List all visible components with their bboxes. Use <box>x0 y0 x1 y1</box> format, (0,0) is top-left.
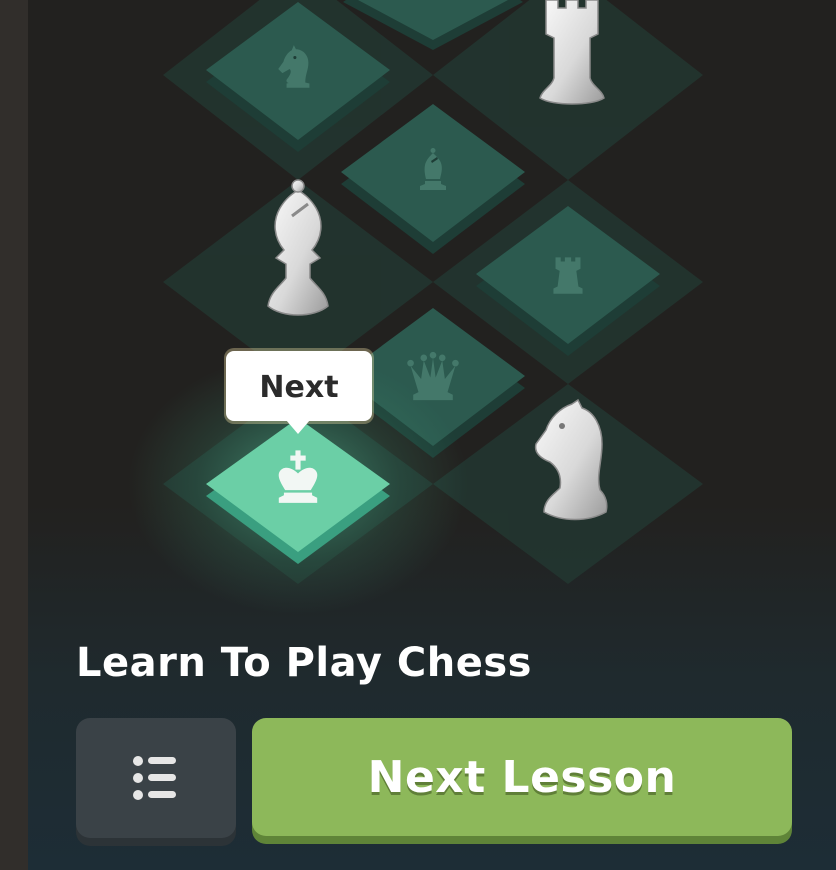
list-icon <box>133 756 176 800</box>
next-tooltip: Next <box>224 348 374 434</box>
left-sidebar-edge <box>0 0 28 870</box>
tile-bishop[interactable] <box>341 104 525 254</box>
lesson-list-button[interactable] <box>76 718 236 838</box>
course-title: Learn To Play Chess <box>76 640 532 686</box>
next-lesson-button[interactable]: Next Lesson <box>252 718 792 836</box>
next-tooltip-label: Next <box>259 370 338 405</box>
lesson-board: Next <box>128 0 703 614</box>
next-lesson-label: Next Lesson <box>367 751 677 803</box>
lesson-panel: Next Learn To Play Chess Next Lesson <box>28 0 836 870</box>
